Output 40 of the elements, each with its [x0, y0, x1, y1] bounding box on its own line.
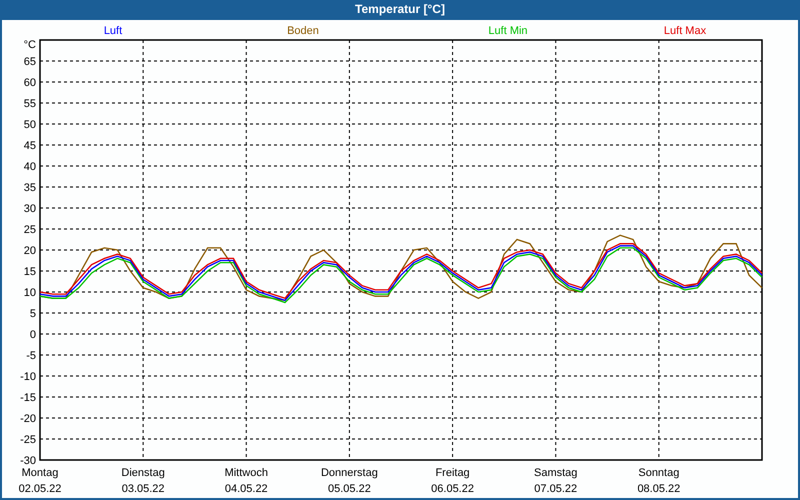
date-label: 08.05.22: [637, 483, 680, 495]
axis-tick-label: -25: [20, 434, 36, 446]
axis-tick-label: 45: [24, 140, 36, 152]
legend-label: Luft Max: [664, 25, 706, 37]
axis-tick-label: 25: [24, 224, 36, 236]
date-label: 07.05.22: [534, 483, 578, 495]
axis-tick-label: Freitag: [435, 467, 470, 479]
axis-tick-label: 15: [24, 266, 36, 278]
axis-tick-label: Montag: [22, 467, 58, 479]
axis-tick-label: Samstag: [534, 467, 578, 479]
axis-tick-label: 10: [24, 287, 36, 299]
axis-title: °C: [24, 39, 36, 51]
axis-tick-label: 35: [24, 182, 36, 194]
legend-label: Boden: [287, 25, 319, 37]
axis-tick-label: 55: [24, 98, 36, 110]
date-label: 05.05.22: [328, 483, 371, 495]
axis-tick-label: -20: [20, 413, 36, 425]
date-label: 03.05.22: [122, 483, 165, 495]
axis-tick-label: 50: [24, 119, 36, 131]
axis-tick-label: Donnerstag: [321, 467, 378, 479]
date-label: 04.05.22: [224, 483, 268, 495]
axis-tick-label: -30: [20, 455, 36, 467]
axis-tick-label: 65: [24, 56, 36, 68]
window-title: Temperatur [°C]: [354, 1, 446, 18]
axis-tick-label: 20: [24, 245, 36, 257]
legend-label: Luft Min: [488, 25, 528, 37]
axis-tick-label: -5: [26, 350, 36, 362]
axis-tick-label: Mittwoch: [224, 467, 268, 479]
axis-tick-label: 40: [24, 161, 36, 173]
date-label: 06.05.22: [431, 483, 474, 495]
axis-tick-label: 5: [30, 308, 36, 320]
date-label: 02.05.22: [18, 483, 62, 495]
axis-tick-label: 60: [24, 77, 36, 89]
axis-tick-label: Dienstag: [121, 467, 165, 479]
axis-tick-label: -15: [20, 392, 36, 404]
axis-tick-label: 30: [24, 203, 36, 215]
axis-tick-label: Sonntag: [638, 467, 680, 479]
axis-tick-label: 0: [30, 329, 36, 341]
legend-label: Luft: [104, 25, 122, 37]
axis-tick-label: -10: [20, 371, 36, 383]
